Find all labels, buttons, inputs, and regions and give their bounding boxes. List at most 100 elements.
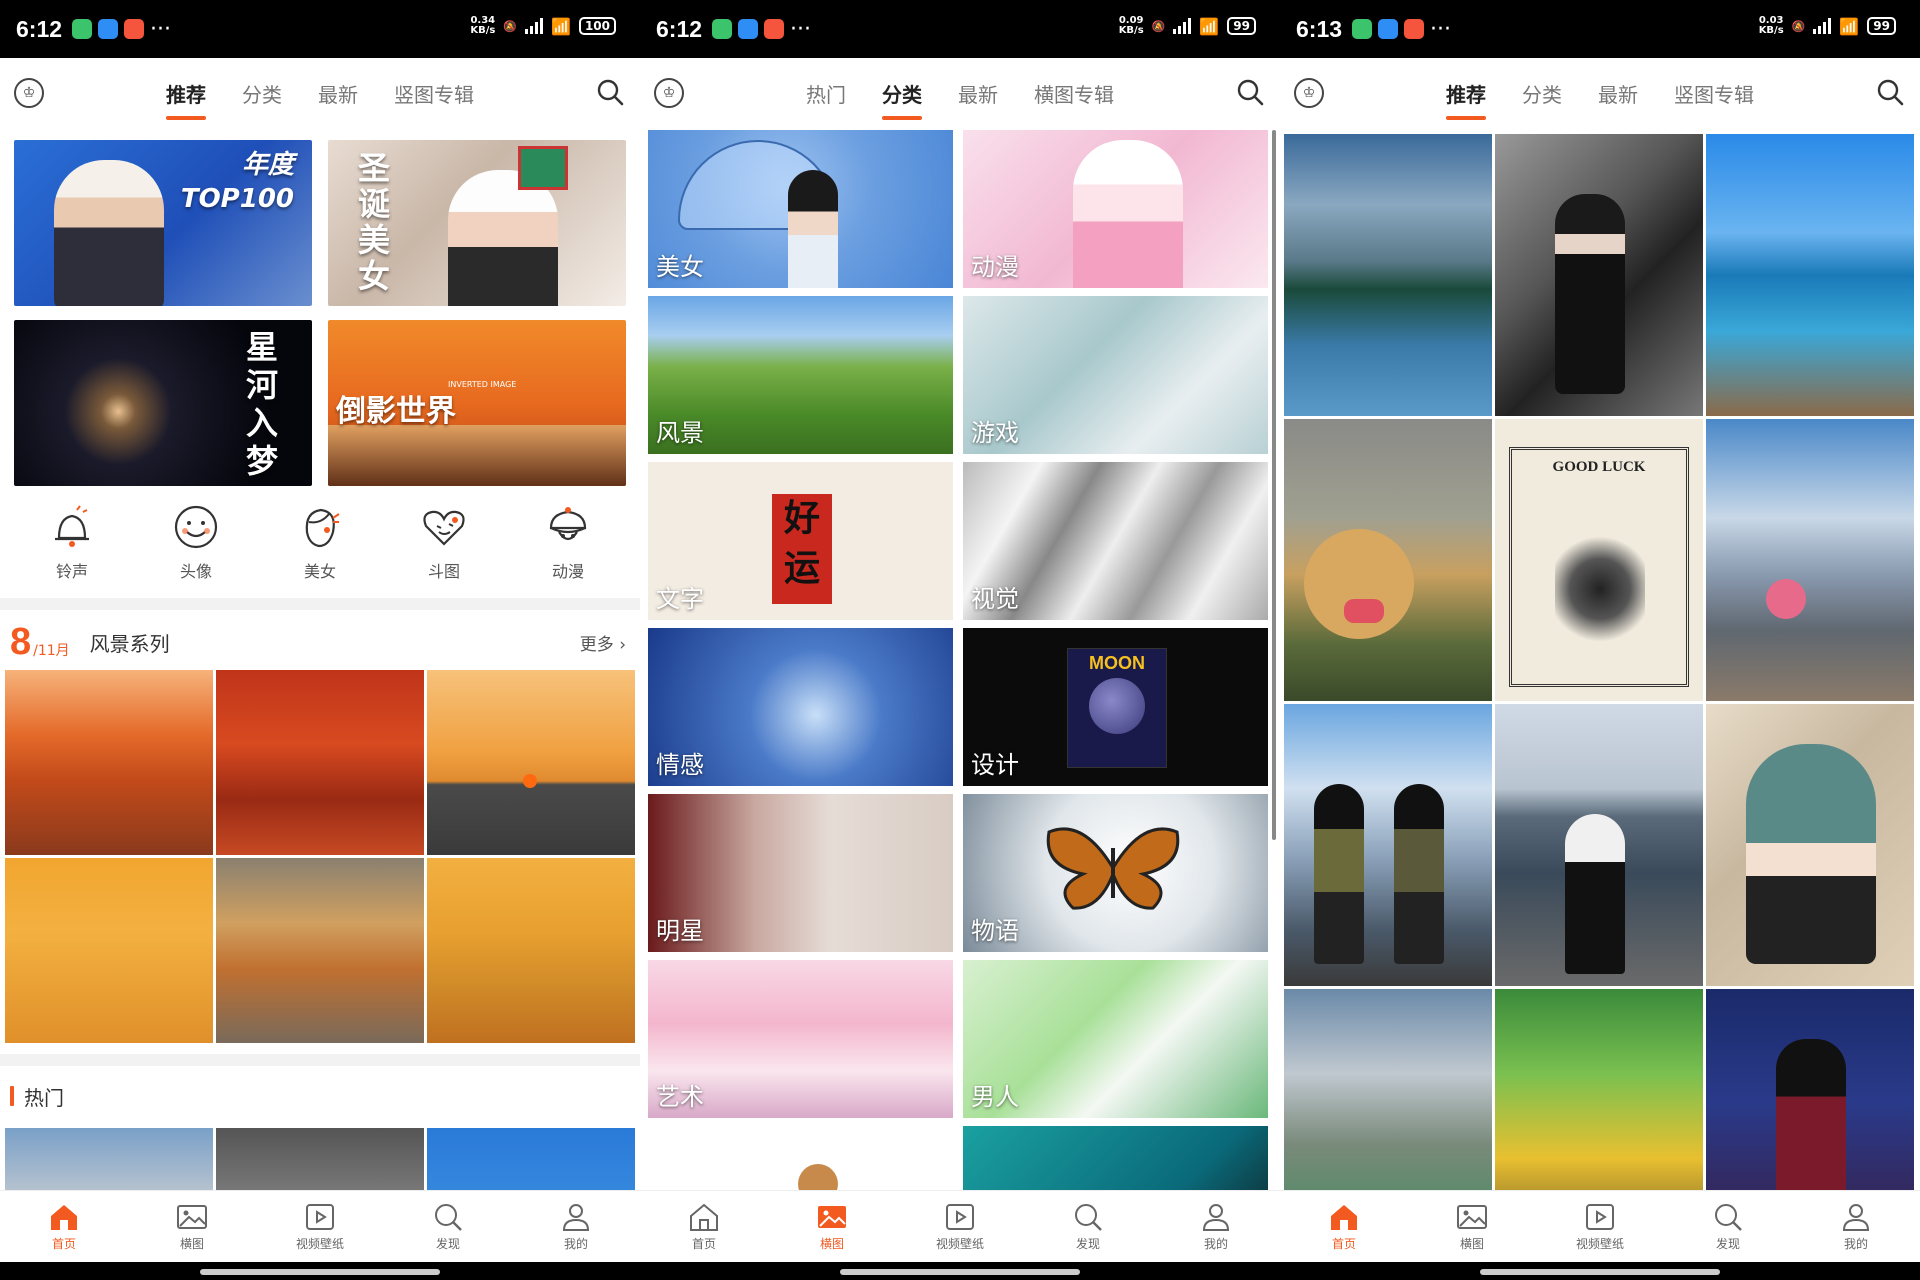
home-icon bbox=[690, 1203, 718, 1231]
wechat-app-icon bbox=[712, 19, 733, 39]
category-celebrity[interactable]: 明星 bbox=[648, 794, 953, 952]
wallpaper-tile[interactable] bbox=[1284, 134, 1492, 416]
category-visual[interactable]: 视觉 bbox=[963, 462, 1268, 620]
nav-landscape[interactable]: 横图 bbox=[128, 1191, 256, 1262]
banner-reflection-world[interactable]: INVERTED IMAGE 倒影世界 bbox=[328, 320, 626, 486]
quick-link-label: 斗图 bbox=[427, 562, 460, 581]
series-day: 8 bbox=[10, 620, 32, 663]
wallpaper-tile[interactable] bbox=[1284, 704, 1492, 986]
quick-link-beauty[interactable]: 美女 bbox=[270, 502, 370, 582]
tab-latest[interactable]: 最新 bbox=[954, 73, 1002, 114]
tab-category[interactable]: 分类 bbox=[1518, 73, 1566, 114]
photo-tile[interactable] bbox=[5, 858, 213, 1043]
nav-video-wallpaper[interactable]: 视频壁纸 bbox=[256, 1191, 384, 1262]
tab-vertical-album[interactable]: 竖图专辑 bbox=[390, 73, 478, 114]
nav-label: 发现 bbox=[1715, 1236, 1740, 1251]
nav-home[interactable]: 首页 bbox=[640, 1191, 768, 1262]
category-label: 视觉 bbox=[971, 585, 1019, 613]
nav-label: 首页 bbox=[691, 1236, 716, 1251]
quick-link-label: 美女 bbox=[303, 562, 336, 581]
status-time: 6:13 bbox=[1296, 15, 1343, 42]
wallpaper-tile[interactable] bbox=[1706, 704, 1914, 986]
quick-links: 铃声 头像 美女 斗图 动漫 bbox=[0, 502, 640, 582]
wallpaper-tile[interactable] bbox=[1495, 704, 1703, 986]
category-anime[interactable]: 动漫 bbox=[963, 130, 1268, 288]
tab-hot[interactable]: 热门 bbox=[802, 73, 850, 114]
category-game[interactable]: 游戏 bbox=[963, 296, 1268, 454]
tab-horizontal-album[interactable]: 横图专辑 bbox=[1030, 73, 1118, 114]
wifi-icon: 📶 bbox=[1839, 16, 1860, 36]
category-text[interactable]: 好运 文字 bbox=[648, 462, 953, 620]
nav-landscape[interactable]: 横图 bbox=[768, 1191, 896, 1262]
wallpaper-tile[interactable] bbox=[1495, 134, 1703, 416]
scrollbar[interactable] bbox=[1272, 130, 1276, 840]
category-landscape[interactable]: 风景 bbox=[648, 296, 953, 454]
quick-link-label: 铃声 bbox=[55, 562, 88, 581]
tab-latest[interactable]: 最新 bbox=[314, 73, 362, 114]
photo-tile[interactable] bbox=[216, 670, 424, 855]
mute-icon: 🔕 bbox=[503, 19, 518, 33]
category-men[interactable]: 男人 bbox=[963, 960, 1268, 1118]
nav-video-wallpaper[interactable]: 视频壁纸 bbox=[896, 1191, 1024, 1262]
category-label: 明星 bbox=[656, 917, 704, 945]
nav-discover[interactable]: 发现 bbox=[1664, 1191, 1792, 1262]
search-icon[interactable] bbox=[1236, 78, 1264, 106]
nav-profile[interactable]: 我的 bbox=[1152, 1191, 1280, 1262]
tab-recommend[interactable]: 推荐 bbox=[162, 73, 210, 120]
status-bar: 6:12 ··· 0.09 KB/s 🔕 📶 99 bbox=[640, 0, 1280, 58]
battery-indicator: 99 bbox=[1227, 17, 1256, 35]
nav-profile[interactable]: 我的 bbox=[512, 1191, 640, 1262]
nav-video-wallpaper[interactable]: 视频壁纸 bbox=[1536, 1191, 1664, 1262]
category-design[interactable]: MOON 设计 bbox=[963, 628, 1268, 786]
mute-icon: 🔕 bbox=[1151, 19, 1166, 33]
nav-discover[interactable]: 发现 bbox=[384, 1191, 512, 1262]
wallpaper-tile[interactable] bbox=[1706, 419, 1914, 701]
photo-tile[interactable] bbox=[5, 670, 213, 855]
nav-landscape[interactable]: 横图 bbox=[1408, 1191, 1536, 1262]
quick-link-meme[interactable]: 斗图 bbox=[394, 502, 494, 582]
nav-label: 我的 bbox=[1843, 1236, 1868, 1251]
status-bar: 6:12 ··· 0.34 KB/s 🔕 📶 100 bbox=[0, 0, 640, 58]
banner-top100[interactable]: 年度 TOP100 bbox=[14, 140, 312, 306]
search-icon[interactable] bbox=[1876, 78, 1904, 106]
top-nav: ♔ 推荐 分类 最新 竖图专辑 bbox=[0, 58, 640, 128]
banner-galaxy-dream[interactable]: 星河入梦 bbox=[14, 320, 312, 486]
category-emotion[interactable]: 情感 bbox=[648, 628, 953, 786]
tab-vertical-album[interactable]: 竖图专辑 bbox=[1670, 73, 1758, 114]
quick-link-avatar[interactable]: 头像 bbox=[146, 502, 246, 582]
quick-link-label: 头像 bbox=[179, 562, 212, 581]
nav-home[interactable]: 首页 bbox=[1280, 1191, 1408, 1262]
wechat-app-icon bbox=[1352, 19, 1373, 39]
quick-link-ringtone[interactable]: 铃声 bbox=[22, 502, 122, 582]
wallpaper-tile[interactable] bbox=[1706, 134, 1914, 416]
discover-icon bbox=[1715, 1203, 1742, 1231]
wallpaper-tile[interactable]: GOOD LUCK bbox=[1495, 419, 1703, 701]
photo-tile[interactable] bbox=[216, 858, 424, 1043]
quick-link-anime[interactable]: 动漫 bbox=[518, 502, 618, 582]
category-label: 风景 bbox=[656, 419, 704, 447]
series-header: 8 /11月 风景系列 更多 › bbox=[0, 620, 640, 664]
home-indicator[interactable] bbox=[200, 1269, 440, 1275]
tab-category[interactable]: 分类 bbox=[238, 73, 286, 114]
profile-icon bbox=[562, 1203, 590, 1231]
category-label: 文字 bbox=[656, 585, 704, 613]
nav-home[interactable]: 首页 bbox=[0, 1191, 128, 1262]
nav-profile[interactable]: 我的 bbox=[1792, 1191, 1920, 1262]
category-art[interactable]: 艺术 bbox=[648, 960, 953, 1118]
tab-recommend[interactable]: 推荐 bbox=[1442, 73, 1490, 120]
tab-latest[interactable]: 最新 bbox=[1594, 73, 1642, 114]
nav-discover[interactable]: 发现 bbox=[1024, 1191, 1152, 1262]
category-beauty[interactable]: 美女 bbox=[648, 130, 953, 288]
bottom-nav: 首页 横图 视频壁纸 发现 我的 bbox=[640, 1190, 1280, 1262]
photo-tile[interactable] bbox=[427, 670, 635, 855]
photo-tile[interactable] bbox=[427, 858, 635, 1043]
search-icon[interactable] bbox=[596, 78, 624, 106]
section-divider bbox=[0, 1054, 640, 1066]
series-more-link[interactable]: 更多 › bbox=[580, 630, 626, 655]
home-indicator[interactable] bbox=[1480, 1269, 1720, 1275]
home-indicator[interactable] bbox=[840, 1269, 1080, 1275]
category-story[interactable]: 物语 bbox=[963, 794, 1268, 952]
tab-category[interactable]: 分类 bbox=[878, 73, 926, 120]
wallpaper-tile[interactable] bbox=[1284, 419, 1492, 701]
banner-christmas-girls[interactable]: 圣诞美女 bbox=[328, 140, 626, 306]
